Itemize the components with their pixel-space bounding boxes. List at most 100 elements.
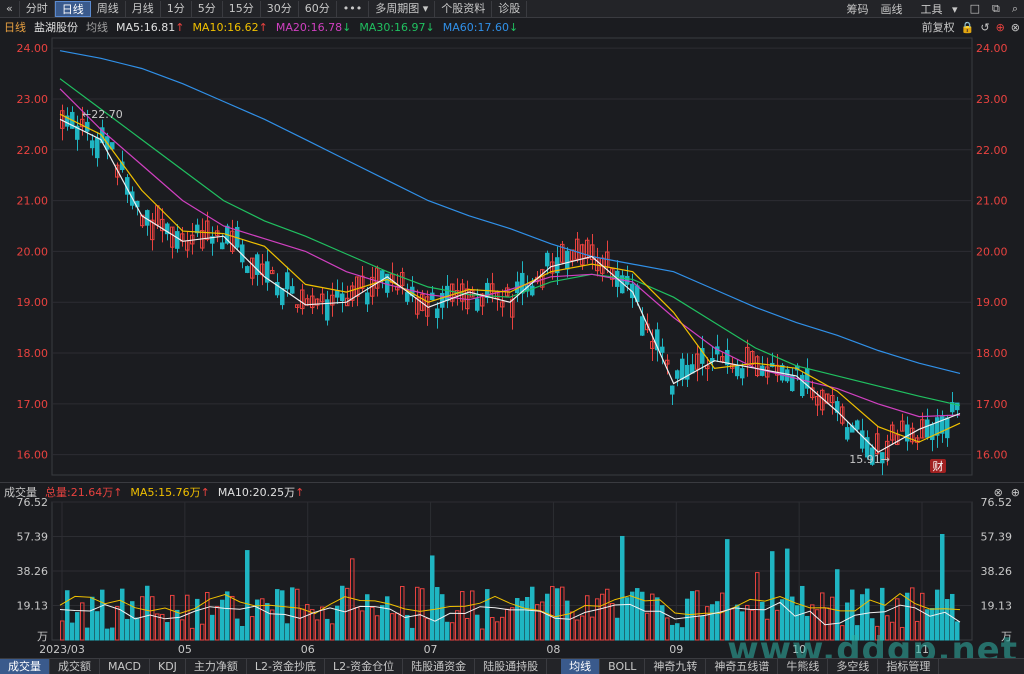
volume-bar <box>685 598 690 641</box>
tab-turnover[interactable]: 成交额 <box>50 659 100 674</box>
volume-bar <box>405 614 410 641</box>
volume-bar <box>555 588 560 641</box>
y-tick-label: 19.00 <box>17 296 49 309</box>
tab-macd[interactable]: MACD <box>100 659 150 674</box>
tab-volume[interactable]: 成交量 <box>0 659 50 674</box>
volume-tick-label: 万 <box>37 630 48 643</box>
volume-bar <box>380 605 385 641</box>
candle-body <box>245 266 250 273</box>
volume-bar <box>585 595 590 641</box>
volume-bar <box>90 596 95 641</box>
volume-bar <box>220 599 225 641</box>
volume-header: 成交量 总量:21.64万↑ MA5:15.76万↑ MA10:20.25万↑ … <box>0 482 1024 500</box>
volume-bar <box>510 607 515 641</box>
volume-bar <box>175 609 180 641</box>
volume-title[interactable]: 成交量 <box>4 484 37 500</box>
volume-bar <box>75 612 80 641</box>
volume-bar <box>275 589 280 641</box>
tab-long-short[interactable]: 多空线 <box>828 659 879 674</box>
volume-bar <box>620 535 625 641</box>
volume-bar <box>610 603 615 641</box>
candle-body <box>660 346 665 353</box>
volume-tick-label-right: 19.13 <box>981 600 1013 613</box>
volume-bar <box>670 624 675 641</box>
volume-bar <box>690 591 695 641</box>
volume-bar <box>435 587 440 641</box>
volume-ma5: MA5:15.76万↑ <box>130 485 210 499</box>
y-tick-label: 24.00 <box>17 42 49 55</box>
volume-bar <box>295 588 300 641</box>
y-tick-label-right: 22.00 <box>976 144 1008 157</box>
volume-bar <box>145 585 150 641</box>
indicator-tabs: 成交量 成交额 MACD KDJ 主力净额 L2-资金抄底 L2-资金仓位 陆股… <box>0 658 1024 674</box>
volume-bar <box>655 597 660 641</box>
high-annotation: ←22.70 <box>82 108 123 121</box>
volume-bar <box>85 627 90 641</box>
candle-body <box>95 137 100 159</box>
volume-bar <box>260 598 265 641</box>
y-tick-label: 23.00 <box>17 93 49 106</box>
tab-indicator-manage[interactable]: 指标管理 <box>878 659 940 674</box>
volume-bar <box>235 618 240 641</box>
volume-bar <box>475 614 480 641</box>
x-tick-label: 09 <box>669 643 683 656</box>
tab-kdj[interactable]: KDJ <box>150 659 186 674</box>
candle-body <box>445 285 450 301</box>
volume-bar <box>390 613 395 641</box>
volume-bar <box>190 627 195 641</box>
candle-body <box>860 430 865 449</box>
volume-bar <box>415 586 420 641</box>
tab-hk-holding[interactable]: 陆股通持股 <box>475 659 548 674</box>
volume-bar <box>340 585 345 641</box>
x-tick-label: 2023/03 <box>39 643 85 656</box>
y-tick-label-right: 20.00 <box>976 245 1008 258</box>
volume-bar <box>485 589 490 641</box>
volume-bar <box>430 555 435 641</box>
volume-bar <box>540 601 545 641</box>
y-tick-label-right: 19.00 <box>976 296 1008 309</box>
volume-bar <box>185 594 190 641</box>
candle-body <box>290 286 295 294</box>
candle-body <box>925 419 930 438</box>
candle-body <box>435 308 440 319</box>
low-annotation: 15.91→ <box>849 453 890 466</box>
volume-bar <box>545 593 550 641</box>
y-tick-label: 18.00 <box>17 347 49 360</box>
volume-bar <box>580 615 585 641</box>
volume-bar <box>65 590 70 641</box>
candle-body <box>530 285 535 296</box>
candle-body <box>440 292 445 308</box>
tab-magic-nine[interactable]: 神奇九转 <box>645 659 707 674</box>
candle-body <box>855 420 860 430</box>
candle-body <box>670 385 675 395</box>
volume-bar <box>345 587 350 641</box>
tab-hk-flow[interactable]: 陆股通资金 <box>403 659 476 674</box>
candle-body <box>740 368 745 379</box>
volume-bar <box>660 605 665 641</box>
y-tick-label-right: 18.00 <box>976 347 1008 360</box>
price-chart[interactable]: 24.00 24.00 23.00 23.00 22.00 22.00 21.00 21.00… <box>0 0 1024 674</box>
tab-bull-bear[interactable]: 牛熊线 <box>778 659 829 674</box>
tab-ma[interactable]: 均线 <box>561 659 601 674</box>
close-circle-icon[interactable]: ⊗ <box>994 486 1003 499</box>
candle-body <box>945 417 950 439</box>
volume-bar <box>710 604 715 641</box>
volume-bar <box>565 600 570 641</box>
x-tick-label: 07 <box>424 643 438 656</box>
tab-main-net[interactable]: 主力净额 <box>186 659 247 674</box>
volume-bar <box>285 623 290 641</box>
x-tick-label: 05 <box>178 643 192 656</box>
volume-bar <box>420 588 425 641</box>
tab-magic-five[interactable]: 神奇五线谱 <box>706 659 779 674</box>
tab-boll[interactable]: BOLL <box>600 659 646 674</box>
tab-l2-position[interactable]: L2-资金仓位 <box>325 659 404 674</box>
volume-bar <box>330 623 335 641</box>
volume-bar <box>615 617 620 641</box>
volume-bar <box>395 612 400 641</box>
tab-l2-bottom[interactable]: L2-资金抄底 <box>247 659 326 674</box>
plus-circle-icon[interactable]: ⊕ <box>1011 486 1020 499</box>
volume-bar <box>575 619 580 641</box>
volume-bar <box>675 623 680 641</box>
volume-bar <box>460 591 465 641</box>
volume-bar <box>290 587 295 641</box>
